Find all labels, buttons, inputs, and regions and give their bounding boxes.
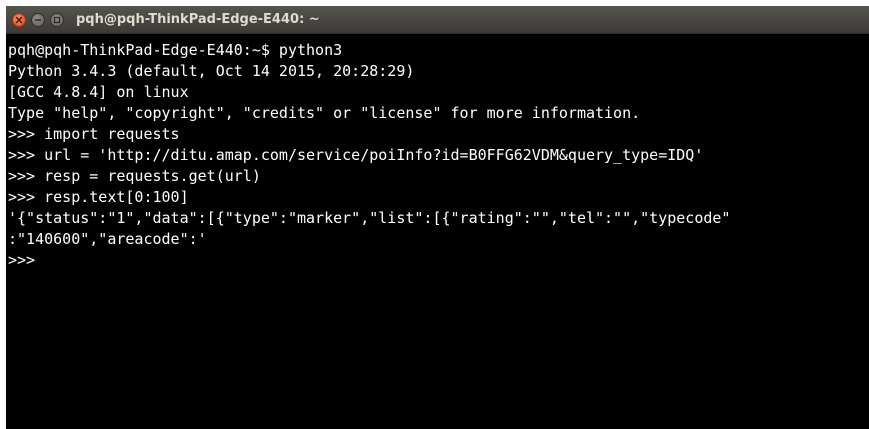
terminal-line: [GCC 4.8.4] on linux bbox=[8, 83, 189, 101]
terminal-line: Type "help", "copyright", "credits" or "… bbox=[8, 104, 641, 122]
window-titlebar[interactable]: pqh@pqh-ThinkPad-Edge-E440: ~ bbox=[6, 6, 869, 34]
terminal-line: >>> resp.text[0:100] bbox=[8, 188, 189, 206]
window-title: pqh@pqh-ThinkPad-Edge-E440: ~ bbox=[76, 12, 320, 27]
close-icon bbox=[15, 16, 23, 24]
close-window-button[interactable] bbox=[12, 13, 26, 27]
terminal-prompt-line[interactable]: >>> bbox=[8, 250, 869, 271]
terminal-line: pqh@pqh-ThinkPad-Edge-E440:~$ python3 bbox=[8, 41, 343, 59]
maximize-window-button[interactable] bbox=[50, 13, 64, 27]
terminal-line: >>> resp = requests.get(url) bbox=[8, 167, 261, 185]
maximize-icon bbox=[53, 16, 61, 24]
terminal-output[interactable]: pqh@pqh-ThinkPad-Edge-E440:~$ python3 Py… bbox=[6, 40, 869, 429]
terminal-window: pqh@pqh-ThinkPad-Edge-E440: ~ pqh@pqh-Th… bbox=[6, 6, 869, 429]
minimize-icon bbox=[34, 19, 42, 21]
terminal-line: Python 3.4.3 (default, Oct 14 2015, 20:2… bbox=[8, 62, 415, 80]
minimize-window-button[interactable] bbox=[31, 13, 45, 27]
terminal-line: '{"status":"1","data":[{"type":"marker",… bbox=[8, 209, 731, 227]
terminal-line: >>> import requests bbox=[8, 125, 180, 143]
terminal-line: :"140600","areacode":' bbox=[8, 230, 207, 248]
terminal-line: >>> url = 'http://ditu.amap.com/service/… bbox=[8, 146, 704, 164]
